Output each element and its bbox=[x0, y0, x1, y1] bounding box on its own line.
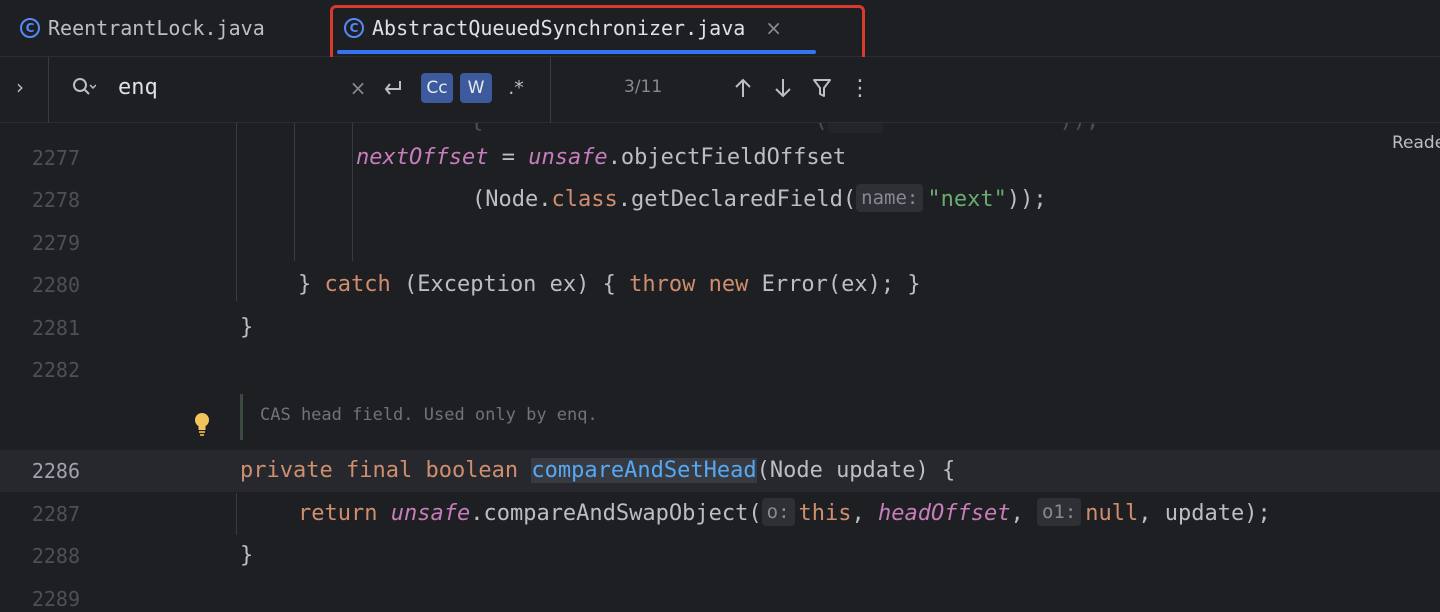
code-line: 2278 (Node.class.getDeclaredField(name: "… bbox=[0, 179, 1440, 221]
code-text: private final boolean compareAndSetHead(… bbox=[240, 458, 956, 483]
line-number: 2278 bbox=[31, 188, 80, 212]
line-number: 2279 bbox=[31, 231, 80, 255]
tab-reentrantlock[interactable]: C ReentrantLock.java bbox=[20, 0, 265, 56]
more-options-icon[interactable]: ⋮ bbox=[849, 73, 871, 103]
code-line: 2287 return unsafe.compareAndSwapObject(… bbox=[0, 493, 1440, 535]
find-bar: › × Cc W .* 3/11 ⋮ bbox=[0, 57, 1440, 123]
filter-icon[interactable] bbox=[810, 73, 834, 103]
match-count: 3/11 bbox=[624, 77, 663, 97]
lightbulb-icon[interactable] bbox=[192, 411, 212, 437]
previous-occurrence-icon[interactable] bbox=[730, 73, 756, 103]
expand-replace-icon[interactable]: › bbox=[16, 75, 24, 99]
line-number: 2289 bbox=[31, 587, 80, 611]
method-name: compareAndSetHead bbox=[531, 458, 757, 483]
code-line: 2289 bbox=[0, 578, 1440, 612]
parameter-hint: name: bbox=[856, 184, 924, 212]
regex-toggle[interactable]: .* bbox=[504, 73, 528, 103]
match-case-toggle[interactable]: Cc bbox=[421, 73, 453, 103]
line-number: 2288 bbox=[31, 544, 80, 568]
line-number: 2286 bbox=[31, 459, 80, 483]
line-number: 2280 bbox=[31, 273, 80, 297]
code-text: } bbox=[240, 315, 254, 340]
code-text: nextOffset = unsafe.objectFieldOffset bbox=[356, 145, 847, 170]
tab-label: ReentrantLock.java bbox=[48, 16, 265, 40]
clipped-code-line: { ( )); bbox=[470, 123, 1099, 133]
code-line: 2280 } catch (Exception ex) { throw new … bbox=[0, 264, 1440, 306]
editor-tab-bar: C ReentrantLock.java C AbstractQueuedSyn… bbox=[0, 0, 1440, 65]
new-line-icon[interactable] bbox=[380, 73, 406, 103]
line-number: 2287 bbox=[31, 502, 80, 526]
rendered-doc-comment: CAS head field. Used only by enq. bbox=[260, 405, 598, 425]
divider bbox=[550, 57, 551, 123]
code-text: (Node.class.getDeclaredField(name: "next"… bbox=[472, 179, 1047, 221]
parameter-hint: o: bbox=[761, 498, 795, 526]
code-line-current: 2286 private final boolean compareAndSet… bbox=[0, 450, 1440, 492]
doc-comment-bar bbox=[240, 394, 243, 440]
code-line: 2288 } bbox=[0, 535, 1440, 577]
code-line: 2281 } bbox=[0, 307, 1440, 349]
parameter-hint: o1: bbox=[1036, 498, 1082, 526]
code-line: 2277 nextOffset = unsafe.objectFieldOffs… bbox=[0, 137, 1440, 179]
clear-search-icon[interactable]: × bbox=[348, 73, 368, 103]
line-number: 2281 bbox=[31, 316, 80, 340]
code-text: } catch (Exception ex) { throw new Error… bbox=[298, 272, 921, 297]
whole-words-toggle[interactable]: W bbox=[460, 73, 492, 103]
next-occurrence-icon[interactable] bbox=[770, 73, 796, 103]
code-editor[interactable]: { ( )); Reade 2277 nextOffset = unsafe.o… bbox=[0, 123, 1440, 612]
divider bbox=[48, 57, 49, 123]
class-icon: C bbox=[20, 18, 40, 38]
code-text: return unsafe.compareAndSwapObject(o: thi… bbox=[298, 493, 1271, 535]
annotation-highlight-box bbox=[330, 5, 865, 65]
code-line: 2282 bbox=[0, 349, 1440, 391]
search-input[interactable] bbox=[118, 75, 318, 100]
line-number: 2282 bbox=[31, 358, 80, 382]
code-text: } bbox=[240, 543, 254, 568]
line-number: 2277 bbox=[31, 146, 80, 170]
code-line: 2279 bbox=[0, 222, 1440, 264]
search-icon[interactable] bbox=[72, 77, 96, 99]
